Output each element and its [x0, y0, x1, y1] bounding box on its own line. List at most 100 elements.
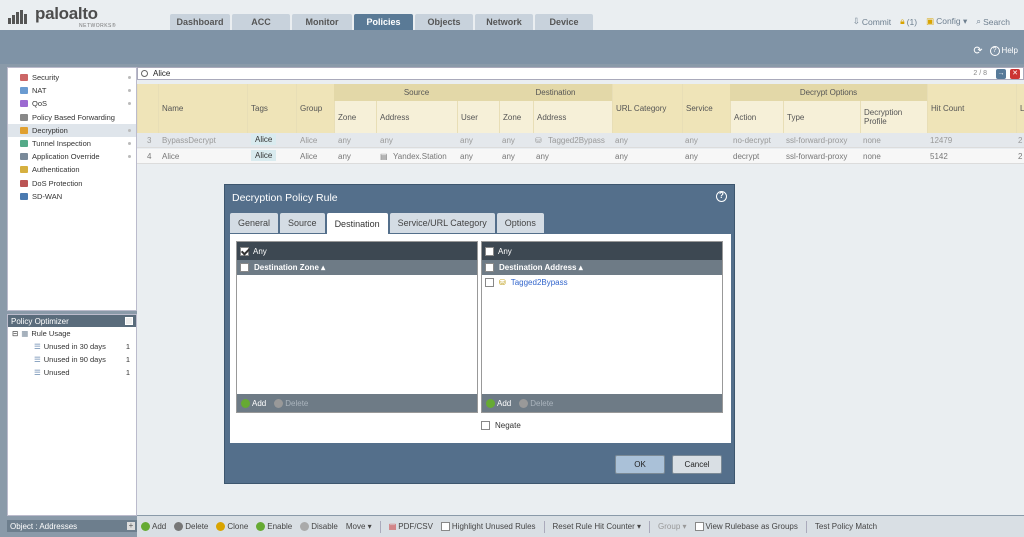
- cancel-button[interactable]: Cancel: [672, 455, 722, 474]
- nav-nat[interactable]: NAT: [8, 84, 136, 97]
- refresh-icon[interactable]: ⟳: [973, 44, 982, 57]
- col-src-address[interactable]: Address: [376, 101, 457, 133]
- collapse-icon[interactable]: [125, 317, 133, 325]
- any-zone-row: Any: [237, 242, 477, 260]
- nav-security[interactable]: Security: [8, 71, 136, 84]
- negate-option[interactable]: Negate: [481, 421, 521, 430]
- col-dst-zone[interactable]: Zone: [499, 101, 533, 133]
- nav-pbf[interactable]: Policy Based Forwarding: [8, 111, 136, 124]
- nav-app-override[interactable]: Application Override: [8, 150, 136, 163]
- dialog-tab-source[interactable]: Source: [280, 213, 325, 233]
- zone-header-label[interactable]: Destination Zone ▴: [254, 263, 325, 272]
- tab-network[interactable]: Network: [475, 14, 533, 30]
- nav-qos[interactable]: QoS: [8, 97, 136, 110]
- help-icon[interactable]: ?: [716, 191, 727, 202]
- rule-usage-node[interactable]: ⊟ ▦ Rule Usage: [8, 327, 136, 340]
- ok-button[interactable]: OK: [615, 455, 665, 474]
- object-addresses-panel[interactable]: Object : Addresses +: [7, 520, 137, 532]
- global-search-button[interactable]: ⌕ Search: [976, 16, 1010, 27]
- col-url-category[interactable]: URL Category: [612, 84, 682, 133]
- tab-monitor[interactable]: Monitor: [292, 14, 352, 30]
- locks-button[interactable]: 🔒︎ (1): [900, 16, 917, 27]
- col-dst-address[interactable]: Address: [533, 101, 612, 133]
- clone-rule-button[interactable]: Clone: [216, 522, 248, 531]
- nav-sd-wan[interactable]: SD-WAN: [8, 190, 136, 203]
- row-dst-zone: any: [502, 136, 515, 145]
- test-policy-match-button[interactable]: Test Policy Match: [815, 522, 877, 531]
- pdf-csv-button[interactable]: ▤ PDF/CSV: [389, 522, 433, 531]
- highlight-unused-checkbox[interactable]: Highlight Unused Rules: [440, 522, 536, 531]
- add-rule-button[interactable]: Add: [141, 522, 166, 531]
- search-icon: ⌕: [976, 16, 982, 26]
- zone-add-button[interactable]: Add: [241, 398, 266, 408]
- negate-label: Negate: [495, 421, 521, 430]
- select-all-checkbox[interactable]: [485, 263, 494, 272]
- expand-icon[interactable]: +: [127, 522, 135, 530]
- view-as-groups-checkbox[interactable]: View Rulebase as Groups: [694, 522, 798, 531]
- nav-label: QoS: [32, 99, 48, 109]
- nav-authentication[interactable]: Authentication: [8, 163, 136, 176]
- qos-icon: [20, 100, 28, 108]
- col-action[interactable]: Action: [730, 101, 783, 133]
- dialog-tab-general[interactable]: General: [230, 213, 279, 233]
- optimizer-row[interactable]: ☰ Unused 1: [8, 366, 136, 379]
- rule-filter-input[interactable]: Alice: [153, 69, 170, 78]
- delete-label: Delete: [285, 398, 309, 408]
- col-user[interactable]: User: [457, 101, 499, 133]
- disable-label: Disable: [311, 522, 338, 531]
- help-button[interactable]: ? Help: [989, 45, 1018, 56]
- nav-tunnel-inspection[interactable]: Tunnel Inspection: [8, 137, 136, 150]
- row-checkbox[interactable]: [485, 278, 494, 287]
- table-row[interactable]: 4 Alice Alice Alice any ▤ Yandex.Station…: [137, 149, 1024, 164]
- address-add-button[interactable]: Add: [486, 398, 512, 408]
- tunnel-icon: [20, 140, 28, 148]
- tab-device[interactable]: Device: [535, 14, 593, 30]
- optimizer-row[interactable]: ☰ Unused in 30 days 1: [8, 340, 136, 353]
- dialog-tab-destination[interactable]: Destination: [326, 213, 388, 235]
- tab-dashboard[interactable]: Dashboard: [170, 14, 230, 30]
- col-last[interactable]: L: [1016, 84, 1024, 133]
- nav-dos-protection[interactable]: DoS Protection: [8, 177, 136, 190]
- filter-icon: ☰: [34, 368, 41, 377]
- tab-acc[interactable]: ACC: [232, 14, 290, 30]
- reset-hit-counter-menu[interactable]: Reset Rule Hit Counter ▾: [553, 522, 642, 531]
- optimizer-row[interactable]: ☰ Unused in 90 days 1: [8, 353, 136, 366]
- nav-decryption[interactable]: Decryption: [8, 123, 136, 137]
- col-group[interactable]: Group: [296, 84, 334, 133]
- any-address-checkbox[interactable]: [485, 246, 494, 256]
- authentication-icon: [20, 166, 28, 174]
- row-type: ssl-forward-proxy: [786, 152, 848, 161]
- tab-policies[interactable]: Policies: [354, 14, 413, 30]
- address-list-item[interactable]: ⛁ Tagged2Bypass: [482, 275, 722, 290]
- clear-filter-icon[interactable]: ✕: [1010, 69, 1020, 79]
- col-type[interactable]: Type: [783, 101, 860, 133]
- apply-filter-icon[interactable]: →: [996, 69, 1006, 79]
- select-all-checkbox[interactable]: [240, 263, 249, 272]
- negate-checkbox[interactable]: [481, 421, 490, 430]
- row-service: any: [685, 152, 698, 161]
- enable-rule-button[interactable]: Enable: [256, 522, 292, 531]
- col-hit-count[interactable]: Hit Count: [927, 84, 1016, 133]
- add-label: Add: [497, 398, 512, 408]
- disable-rule-button[interactable]: Disable: [300, 522, 338, 531]
- col-decryption-profile[interactable]: Decryption Profile: [860, 101, 927, 133]
- any-zone-checkbox[interactable]: [240, 246, 249, 256]
- tab-objects[interactable]: Objects: [415, 14, 473, 30]
- table-row[interactable]: 3 BypassDecrypt Alice Alice any any any …: [137, 133, 1024, 148]
- dialog-tab-options[interactable]: Options: [496, 213, 544, 233]
- col-tags[interactable]: Tags: [247, 84, 296, 133]
- col-src-zone[interactable]: Zone: [334, 101, 376, 133]
- address-list-header: Destination Address ▴: [482, 260, 722, 275]
- policy-optimizer-title: Policy Optimizer: [11, 316, 69, 326]
- config-menu[interactable]: ▣ Config ▾: [926, 16, 967, 27]
- commit-button[interactable]: ⇩ Commit: [853, 16, 891, 27]
- col-name[interactable]: Name: [158, 84, 247, 133]
- row-tag: Alice: [251, 150, 277, 161]
- dialog-tab-service-url[interactable]: Service/URL Category: [389, 213, 495, 233]
- delete-rule-button[interactable]: Delete: [174, 522, 208, 531]
- row-num: 3: [147, 136, 152, 145]
- col-service[interactable]: Service: [682, 84, 730, 133]
- top-header: paloalto NETWORKS® Dashboard ACC Monitor…: [0, 0, 1024, 30]
- address-header-label[interactable]: Destination Address ▴: [499, 263, 583, 272]
- move-menu[interactable]: Move ▾: [346, 522, 372, 531]
